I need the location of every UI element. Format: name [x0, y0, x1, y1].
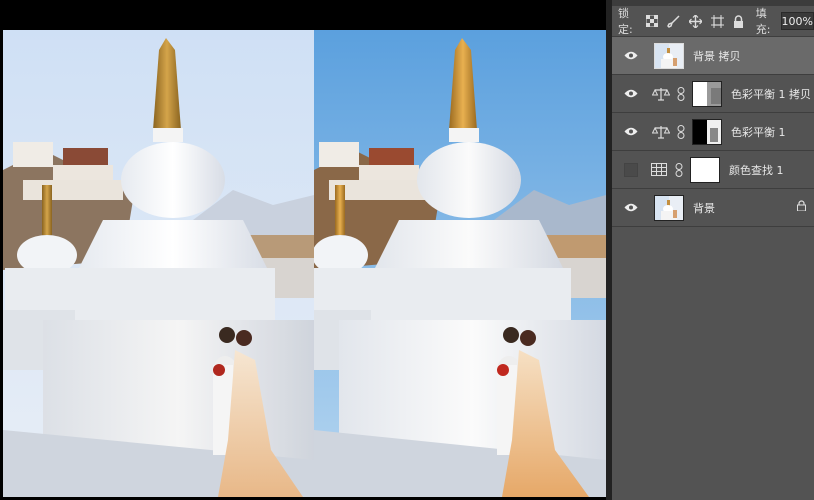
- photo-edited: [314, 30, 606, 497]
- document-canvas[interactable]: [0, 0, 612, 500]
- layer-row-color-balance-copy[interactable]: 色彩平衡 1 拷贝: [612, 75, 814, 113]
- fill-label: 填充:: [755, 7, 771, 36]
- lock-artboard-icon[interactable]: [710, 14, 724, 28]
- layer-thumbnail: [654, 194, 684, 221]
- layer-row-background-copy[interactable]: 背景 拷贝: [612, 37, 814, 75]
- layer-mask-thumbnail[interactable]: [692, 80, 722, 107]
- lock-transparent-pixels-icon[interactable]: [645, 14, 658, 28]
- visibility-eye-icon[interactable]: [620, 87, 642, 101]
- layer-mask-thumbnail[interactable]: [692, 118, 722, 145]
- color-lookup-grid-icon[interactable]: [650, 162, 668, 178]
- lock-image-pixels-icon[interactable]: [666, 14, 680, 28]
- mask-link-chain-icon[interactable]: [676, 86, 686, 101]
- layer-name: 背景: [693, 201, 715, 215]
- lock-all-icon[interactable]: [733, 14, 745, 28]
- layer-lock-icon[interactable]: [797, 200, 806, 214]
- lock-bar: 锁定: 填充: 100%: [612, 6, 814, 37]
- visibility-eye-icon[interactable]: [620, 125, 642, 139]
- layers-panel: 锁定: 填充: 100% 背景 拷贝 色彩平衡 1 拷贝 色彩平衡 1 颜色查找…: [612, 0, 814, 500]
- layer-name: 色彩平衡 1 拷贝: [731, 87, 811, 101]
- layer-name: 色彩平衡 1: [731, 125, 786, 139]
- layer-name: 背景 拷贝: [693, 49, 741, 63]
- photo-original: [3, 30, 314, 497]
- mask-link-chain-icon[interactable]: [676, 124, 686, 139]
- layer-thumbnail: [654, 42, 684, 69]
- lock-label: 锁定:: [618, 7, 633, 36]
- layer-row-color-lookup[interactable]: 颜色查找 1: [612, 151, 814, 189]
- fill-opacity-input[interactable]: 100%: [780, 12, 814, 30]
- mask-link-chain-icon[interactable]: [674, 162, 684, 177]
- layer-row-background[interactable]: 背景: [612, 189, 814, 227]
- lock-position-icon[interactable]: [688, 14, 702, 28]
- layer-row-color-balance[interactable]: 色彩平衡 1: [612, 113, 814, 151]
- color-balance-scale-icon[interactable]: [652, 86, 670, 102]
- visibility-eye-icon[interactable]: [620, 201, 642, 215]
- layer-mask-thumbnail[interactable]: [690, 156, 720, 183]
- visibility-toggle-off[interactable]: [624, 162, 638, 177]
- layer-name: 颜色查找 1: [729, 163, 784, 177]
- color-balance-scale-icon[interactable]: [652, 124, 670, 140]
- visibility-eye-icon[interactable]: [620, 49, 642, 63]
